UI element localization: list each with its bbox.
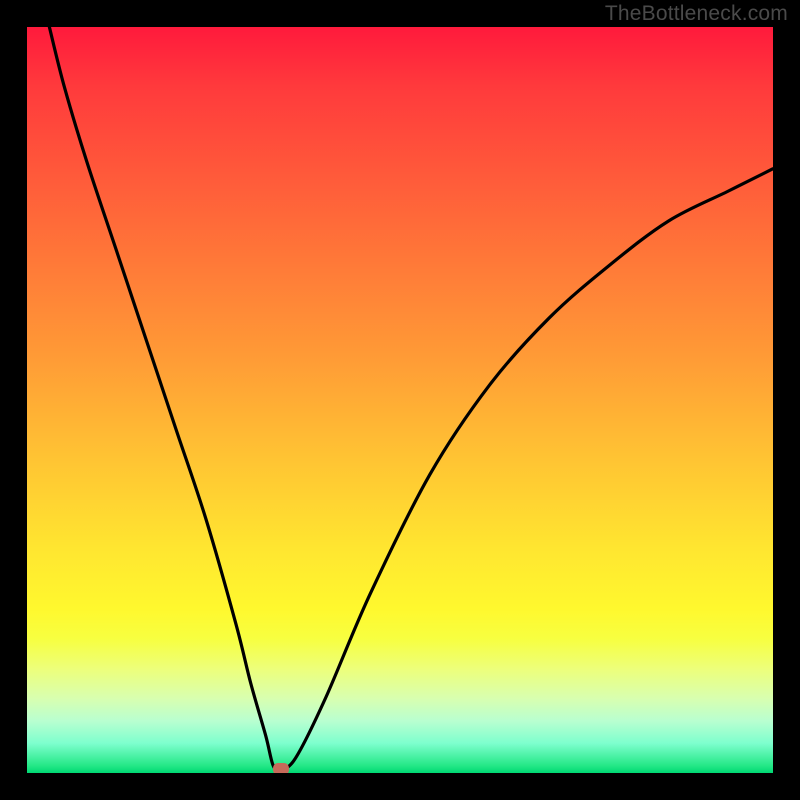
- watermark-text: TheBottleneck.com: [605, 2, 788, 26]
- plot-area: [27, 27, 773, 773]
- bottleneck-curve: [27, 27, 773, 773]
- curve-path: [49, 27, 773, 770]
- chart-frame: TheBottleneck.com: [0, 0, 800, 800]
- optimal-point-marker: [273, 763, 289, 773]
